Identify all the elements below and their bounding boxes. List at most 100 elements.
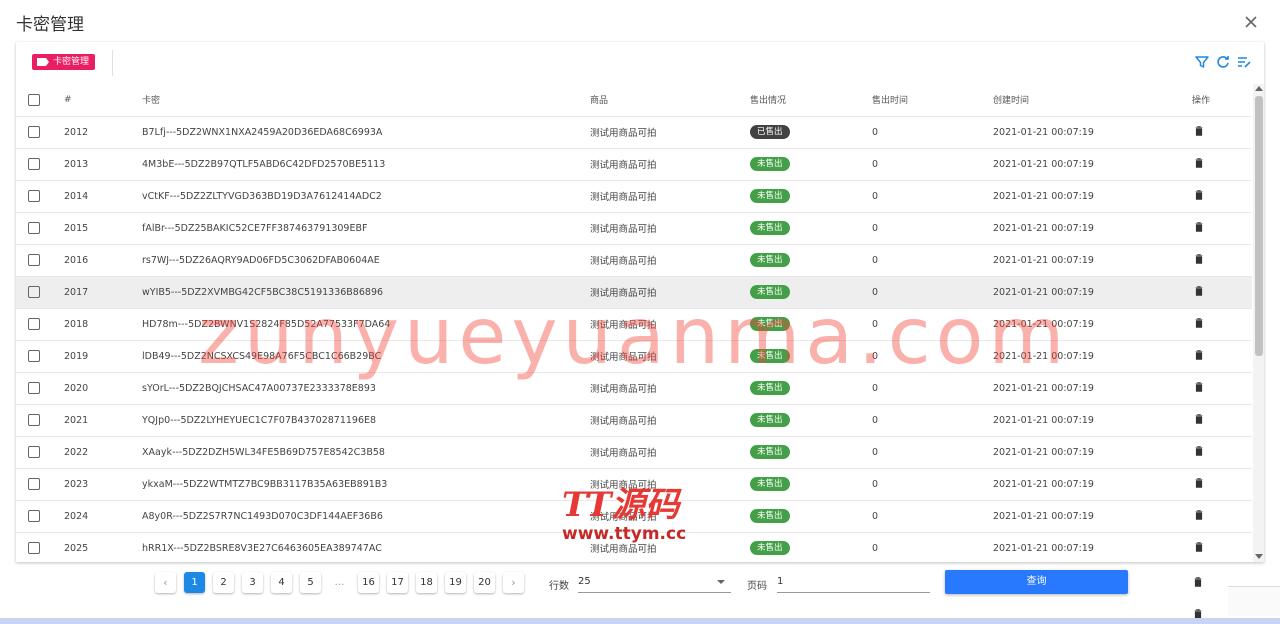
- row-sold-time: 0: [872, 499, 993, 532]
- table-row[interactable]: 2025 hRR1X---5DZ2BSRE8V3E27C6463605EA3897…: [16, 531, 1252, 564]
- delete-icon[interactable]: [1194, 253, 1204, 264]
- row-card-key: YQJp0---5DZ2LYHEYUEC1C7F07B43702871196E8: [142, 403, 590, 436]
- table-row[interactable]: 2019 lDB49---5DZ2NCSXCS49E98A76F5CBC1C66B…: [16, 339, 1252, 372]
- table-row[interactable]: 2017 wYIB5---5DZ2XVMBG42CF5BC38C5191336B8…: [16, 275, 1252, 308]
- row-select-cell: [16, 243, 62, 276]
- select-all-checkbox[interactable]: [28, 93, 40, 106]
- row-checkbox[interactable]: [28, 126, 40, 138]
- row-checkbox[interactable]: [28, 350, 40, 362]
- delete-icon[interactable]: [1194, 221, 1204, 232]
- delete-icon[interactable]: [1194, 349, 1204, 360]
- scrollbar-thumb[interactable]: [1255, 96, 1263, 356]
- table-row[interactable]: 2020 sYOrL---5DZ2BQJCHSAC47A00737E2333378…: [16, 371, 1252, 404]
- column-header-sold-time[interactable]: 售出时间: [872, 84, 993, 116]
- row-status-cell: 未售出: [750, 499, 872, 532]
- table-row[interactable]: 2021 YQJp0---5DZ2LYHEYUEC1C7F07B437028711…: [16, 403, 1252, 436]
- delete-icon[interactable]: [1194, 189, 1204, 200]
- delete-icon[interactable]: [1193, 577, 1203, 587]
- page-button-5[interactable]: 5: [300, 572, 321, 593]
- close-icon[interactable]: [1242, 13, 1260, 31]
- row-status-cell: 未售出: [750, 531, 872, 564]
- table-row[interactable]: 2024 A8y0R---5DZ2S7R7NC1493D070C3DF144AEF…: [16, 499, 1252, 532]
- prev-page-button[interactable]: ‹: [155, 572, 176, 593]
- page-button-2[interactable]: 2: [213, 572, 234, 593]
- row-checkbox[interactable]: [28, 542, 40, 555]
- delete-icon[interactable]: [1194, 125, 1204, 136]
- card-management-dialog: 卡密管理 卡密管理 # 卡密 商品 售出情况 售出时间 创建时间 操作 2012…: [0, 0, 1280, 619]
- column-header-created-time[interactable]: 创建时间: [993, 84, 1192, 116]
- page-button-18[interactable]: 18: [416, 572, 437, 593]
- row-actions: [1192, 499, 1252, 532]
- table-row[interactable]: 2018 HD78m---5DZ2BWNV1S2824F85D52A77533F7…: [16, 307, 1252, 340]
- row-id: 2017: [62, 275, 142, 308]
- row-status-cell: 未售出: [750, 467, 872, 500]
- table-row[interactable]: 2012 B7Lfj---5DZ2WNX1NXA2459A20D36EDA68C6…: [16, 115, 1252, 148]
- row-card-key: vCtKF---5DZ2ZLTYVGD363BD19D3A7612414ADC2: [142, 179, 590, 212]
- row-id: 2015: [62, 211, 142, 244]
- sort-icon[interactable]: [1236, 54, 1252, 70]
- row-select-cell: [16, 531, 62, 564]
- delete-icon[interactable]: [1194, 157, 1204, 168]
- row-checkbox[interactable]: [28, 478, 40, 490]
- refresh-icon[interactable]: [1215, 54, 1231, 70]
- rows-per-page-select[interactable]: 25: [578, 571, 731, 593]
- delete-icon[interactable]: [1194, 541, 1204, 552]
- delete-icon[interactable]: [1194, 509, 1204, 520]
- row-checkbox[interactable]: [28, 286, 40, 298]
- delete-icon[interactable]: [1194, 477, 1204, 488]
- column-header-id[interactable]: #: [62, 84, 142, 116]
- page-button-16[interactable]: 16: [358, 572, 379, 593]
- column-header-actions: 操作: [1192, 96, 1211, 107]
- bottom-bar: [0, 618, 1280, 624]
- select-all-cell: [16, 84, 62, 116]
- delete-icon[interactable]: [1194, 445, 1204, 456]
- row-checkbox[interactable]: [28, 446, 40, 458]
- row-checkbox[interactable]: [28, 382, 40, 394]
- row-created-time: 2021-01-21 00:07:19: [993, 435, 1192, 468]
- row-actions: [1192, 435, 1252, 468]
- row-select-cell: [16, 403, 62, 436]
- row-product: 测试用商品可拍: [590, 115, 750, 148]
- filter-icon[interactable]: [1194, 54, 1210, 70]
- page-button-1[interactable]: 1: [184, 572, 205, 593]
- page-button-17[interactable]: 17: [387, 572, 408, 593]
- column-header-product[interactable]: 商品: [590, 84, 750, 116]
- delete-icon[interactable]: [1194, 285, 1204, 296]
- scroll-up-arrow[interactable]: [1255, 86, 1263, 91]
- delete-icon[interactable]: [1194, 413, 1204, 424]
- next-page-button[interactable]: ›: [503, 572, 524, 593]
- row-checkbox[interactable]: [28, 510, 40, 522]
- table-row[interactable]: 2014 vCtKF---5DZ2ZLTYVGD363BD19D3A7612414…: [16, 179, 1252, 212]
- table-row[interactable]: 2016 rs7WJ---5DZ26AQRY9AD06FD5C3062DFAB06…: [16, 243, 1252, 276]
- scroll-down-arrow[interactable]: [1255, 554, 1263, 559]
- row-checkbox[interactable]: [28, 222, 40, 234]
- row-status-cell: 未售出: [750, 275, 872, 308]
- page-button-3[interactable]: 3: [242, 572, 263, 593]
- row-actions: [1192, 531, 1252, 564]
- row-status-cell: 未售出: [750, 147, 872, 180]
- row-checkbox[interactable]: [28, 254, 40, 266]
- column-header-key[interactable]: 卡密: [142, 84, 590, 116]
- row-checkbox[interactable]: [28, 318, 40, 330]
- page-button-4[interactable]: 4: [271, 572, 292, 593]
- row-checkbox[interactable]: [28, 414, 40, 426]
- table-row[interactable]: 2023 ykxaM---5DZ2WTMTZ7BC9BB3117B35A63EB8…: [16, 467, 1252, 500]
- row-product: 测试用商品可拍: [590, 403, 750, 436]
- page-button-19[interactable]: 19: [445, 572, 466, 593]
- table-row[interactable]: 2015 fAlBr---5DZ25BAKIC52CE7FF38746379130…: [16, 211, 1252, 244]
- table-row[interactable]: 2022 XAayk---5DZ2DZH5WL34FE5B69D757E8542C…: [16, 435, 1252, 468]
- delete-icon[interactable]: [1194, 317, 1204, 328]
- row-checkbox[interactable]: [28, 190, 40, 202]
- page-button-20[interactable]: 20: [474, 572, 495, 593]
- status-badge: 未售出: [750, 349, 790, 363]
- status-badge: 未售出: [750, 445, 790, 459]
- row-product: 测试用商品可拍: [590, 211, 750, 244]
- page-number-input[interactable]: 1: [777, 571, 930, 593]
- row-checkbox[interactable]: [28, 158, 40, 170]
- column-header-status[interactable]: 售出情况: [750, 84, 872, 116]
- tag-icon: [37, 58, 49, 66]
- table-row[interactable]: 2013 4M3bE---5DZ2B97QTLF5ABD6C42DFD2570BE…: [16, 147, 1252, 180]
- row-product: 测试用商品可拍: [590, 531, 750, 564]
- delete-icon[interactable]: [1194, 381, 1204, 392]
- query-button[interactable]: 查询: [945, 570, 1128, 594]
